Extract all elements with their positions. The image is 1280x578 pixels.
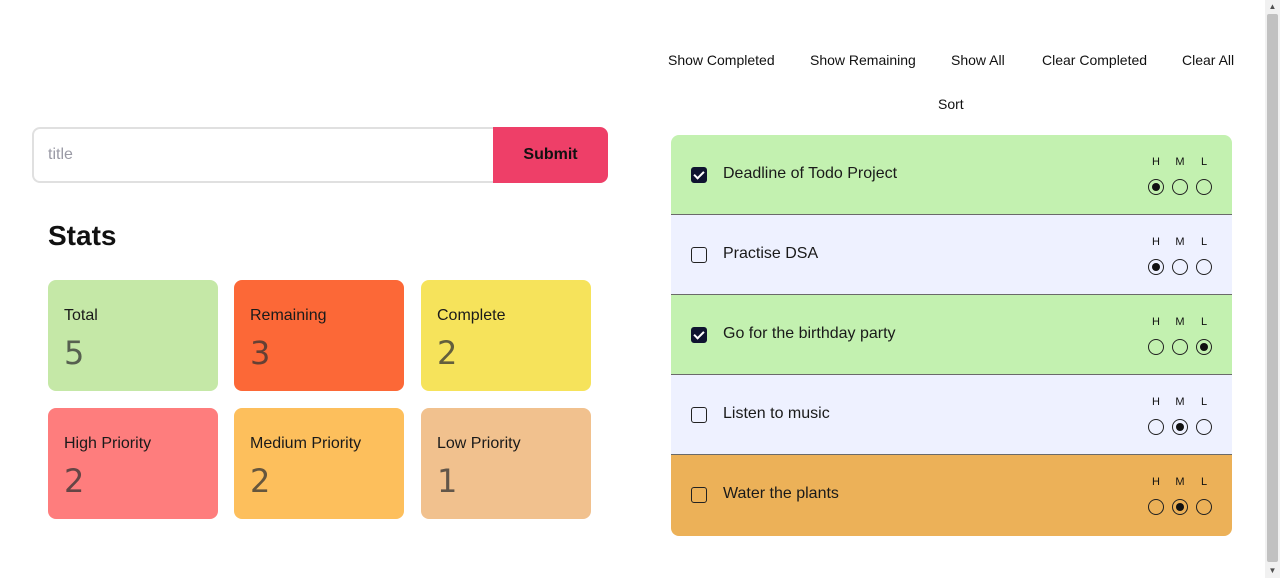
priority-radio-high[interactable] <box>1148 419 1164 435</box>
page-scrollbar[interactable]: ▲ ▼ <box>1265 0 1280 578</box>
priority-label-high: H <box>1152 236 1160 248</box>
priority-radio-medium[interactable] <box>1172 259 1188 275</box>
priority-label-high: H <box>1152 156 1160 168</box>
todo-title: Listen to music <box>723 405 830 422</box>
clear-completed-button[interactable]: Clear Completed <box>1042 50 1147 70</box>
priority-radio-medium[interactable] <box>1172 339 1188 355</box>
priority-radio-low[interactable] <box>1196 179 1212 195</box>
todo-title: Go for the birthday party <box>723 325 896 342</box>
priority-radio-high[interactable] <box>1148 499 1164 515</box>
stat-value: 2 <box>64 462 85 500</box>
todo-list: Deadline of Todo Project H M L Practise DSA H… <box>671 135 1232 536</box>
stat-value: 1 <box>437 462 458 500</box>
priority-label-low: L <box>1200 396 1208 408</box>
priority-radio-high[interactable] <box>1148 339 1164 355</box>
priority-labels: HML <box>1146 476 1216 490</box>
priority-label-medium: M <box>1175 156 1185 168</box>
stat-card-low-priority: Low Priority 1 <box>421 408 591 519</box>
priority-radio-low[interactable] <box>1196 499 1212 515</box>
priority-label-low: L <box>1200 156 1208 168</box>
todo-title: Water the plants <box>723 485 839 502</box>
submit-button[interactable]: Submit <box>493 127 608 183</box>
priority-radio-low[interactable] <box>1196 259 1212 275</box>
todo-checkbox[interactable] <box>691 487 707 503</box>
stat-label: High Priority <box>64 435 152 452</box>
show-all-button[interactable]: Show All <box>951 50 1005 70</box>
priority-labels: HML <box>1146 316 1216 330</box>
stat-value: 2 <box>250 462 271 500</box>
title-input[interactable] <box>32 127 493 183</box>
stat-label: Medium Priority <box>250 435 362 452</box>
priority-radio-medium[interactable] <box>1172 419 1188 435</box>
todo-checkbox[interactable] <box>691 407 707 423</box>
scrollbar-thumb[interactable] <box>1267 14 1278 562</box>
priority-radio-low[interactable] <box>1196 339 1212 355</box>
stat-value: 3 <box>250 334 271 372</box>
stat-label: Low Priority <box>437 435 521 452</box>
todo-item: Practise DSA H M L <box>671 215 1232 295</box>
scroll-up-icon[interactable]: ▲ <box>1265 0 1280 14</box>
priority-radio-high[interactable] <box>1148 179 1164 195</box>
stat-label: Total <box>64 307 98 324</box>
priority-labels: HML <box>1146 396 1216 410</box>
todo-checkbox[interactable] <box>691 167 707 183</box>
priority-label-high: H <box>1152 396 1160 408</box>
todo-item: Listen to music H M L <box>671 375 1232 455</box>
stat-card-medium-priority: Medium Priority 2 <box>234 408 404 519</box>
stat-label: Remaining <box>250 307 327 324</box>
stats-heading: Stats <box>48 220 117 251</box>
show-completed-button[interactable]: Show Completed <box>668 50 775 70</box>
priority-label-low: L <box>1200 476 1208 488</box>
sort-button[interactable]: Sort <box>938 94 964 114</box>
priority-radio-medium[interactable] <box>1172 499 1188 515</box>
stat-card-total: Total 5 <box>48 280 218 391</box>
priority-label-medium: M <box>1175 316 1185 328</box>
todo-title: Practise DSA <box>723 245 819 262</box>
add-todo-form: Submit <box>32 127 608 183</box>
stat-card-remaining: Remaining 3 <box>234 280 404 391</box>
stat-card-high-priority: High Priority 2 <box>48 408 218 519</box>
priority-label-medium: M <box>1175 236 1185 248</box>
priority-label-low: L <box>1200 316 1208 328</box>
priority-label-high: H <box>1152 476 1160 488</box>
stat-value: 5 <box>64 334 85 372</box>
todo-item: Deadline of Todo Project H M L <box>671 135 1232 215</box>
priority-radio-high[interactable] <box>1148 259 1164 275</box>
priority-label-high: H <box>1152 316 1160 328</box>
todo-app: Show Completed Show Remaining Show All C… <box>0 0 1280 578</box>
priority-labels: HML <box>1146 156 1216 170</box>
priority-labels: HML <box>1146 236 1216 250</box>
priority-label-medium: M <box>1175 476 1185 488</box>
todo-title: Deadline of Todo Project <box>723 165 898 182</box>
filter-controls: Show Completed Show Remaining Show All C… <box>660 0 1250 120</box>
priority-label-low: L <box>1200 236 1208 248</box>
todo-item: Water the plants H M L <box>671 455 1232 536</box>
clear-all-button[interactable]: Clear All <box>1182 50 1234 70</box>
priority-label-medium: M <box>1175 396 1185 408</box>
stat-card-complete: Complete 2 <box>421 280 591 391</box>
stat-label: Complete <box>437 307 506 324</box>
stat-value: 2 <box>437 334 458 372</box>
todo-item: Go for the birthday party H M L <box>671 295 1232 375</box>
show-remaining-button[interactable]: Show Remaining <box>810 50 916 70</box>
priority-radio-low[interactable] <box>1196 419 1212 435</box>
scroll-down-icon[interactable]: ▼ <box>1265 564 1280 578</box>
todo-checkbox[interactable] <box>691 327 707 343</box>
todo-checkbox[interactable] <box>691 247 707 263</box>
priority-radio-medium[interactable] <box>1172 179 1188 195</box>
